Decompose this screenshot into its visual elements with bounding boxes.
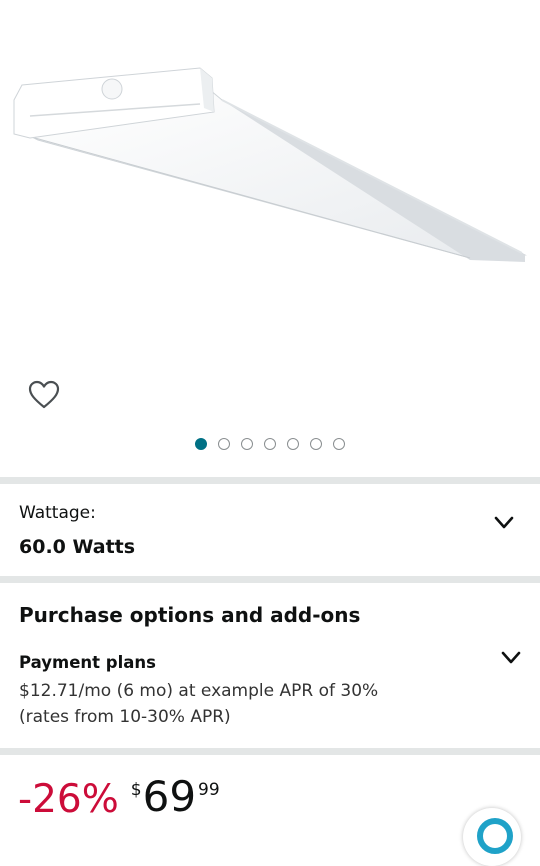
- section-divider: [0, 477, 540, 484]
- chevron-down-icon[interactable]: [494, 516, 514, 530]
- pagination-dot[interactable]: [218, 438, 230, 450]
- pagination-dot[interactable]: [310, 438, 322, 450]
- wattage-label: Wattage:: [19, 503, 96, 523]
- section-divider: [0, 748, 540, 755]
- discount-percentage: -26%: [18, 777, 119, 822]
- payment-plan-rates: (rates from 10-30% APR): [19, 707, 231, 727]
- pagination-dot[interactable]: [333, 438, 345, 450]
- price-block: -26% $ 69 99: [18, 772, 220, 822]
- purchase-options-section: Purchase options and add-ons Payment pla…: [0, 583, 540, 748]
- pagination-dot[interactable]: [241, 438, 253, 450]
- pagination-dot[interactable]: [195, 438, 207, 450]
- purchase-options-heading: Purchase options and add-ons: [19, 603, 361, 627]
- section-divider: [0, 576, 540, 583]
- wattage-value: 60.0 Watts: [19, 536, 136, 558]
- pagination-dot[interactable]: [264, 438, 276, 450]
- pagination-dot[interactable]: [287, 438, 299, 450]
- image-pagination-dots[interactable]: [0, 438, 540, 450]
- price-whole: 69: [142, 772, 197, 821]
- payment-plan-detail: $12.71/mo (6 mo) at example APR of 30%: [19, 681, 379, 701]
- chevron-down-icon[interactable]: [501, 651, 521, 665]
- payment-plans-title[interactable]: Payment plans: [19, 653, 156, 672]
- rufus-assistant-icon: [477, 818, 513, 854]
- heart-outline-icon[interactable]: [28, 380, 60, 410]
- rufus-assistant-button[interactable]: [463, 808, 521, 866]
- wattage-selector[interactable]: Wattage: 60.0 Watts: [0, 484, 540, 576]
- price-currency-symbol: $: [130, 780, 142, 800]
- product-image[interactable]: [0, 50, 540, 270]
- price-fraction: 99: [198, 780, 220, 800]
- product-image-gallery[interactable]: [0, 0, 540, 470]
